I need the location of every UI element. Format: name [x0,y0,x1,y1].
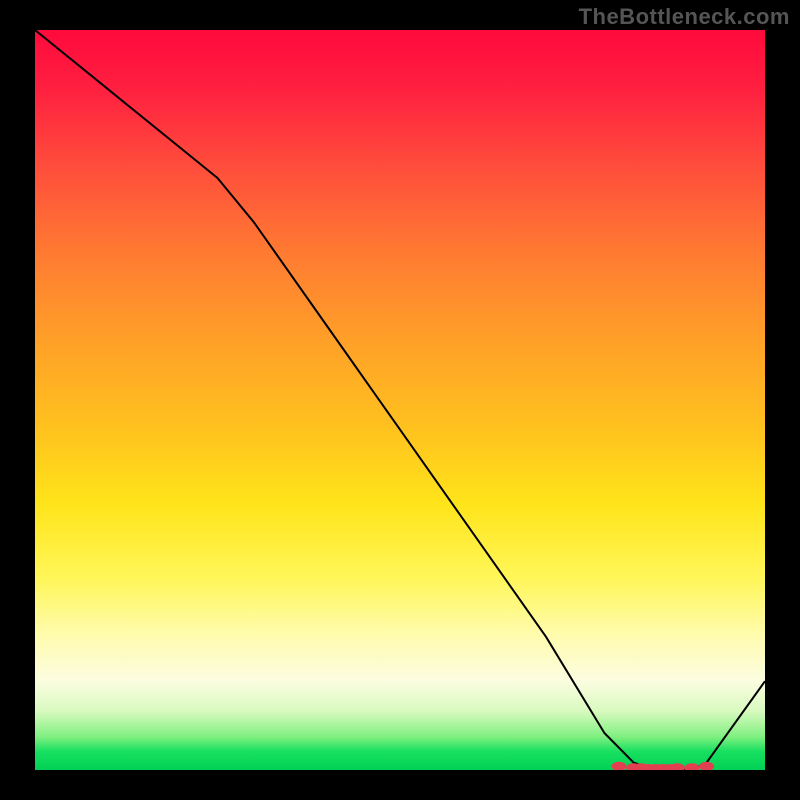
valley-markers [612,762,714,770]
valley-marker [685,764,699,770]
valley-marker [700,762,714,770]
valley-marker [670,764,684,770]
watermark-text: TheBottleneck.com [579,4,790,30]
chart-frame: TheBottleneck.com [0,0,800,800]
bottleneck-curve [35,30,765,770]
valley-marker [612,762,626,770]
plot-area [35,30,765,770]
line-path [35,30,765,770]
